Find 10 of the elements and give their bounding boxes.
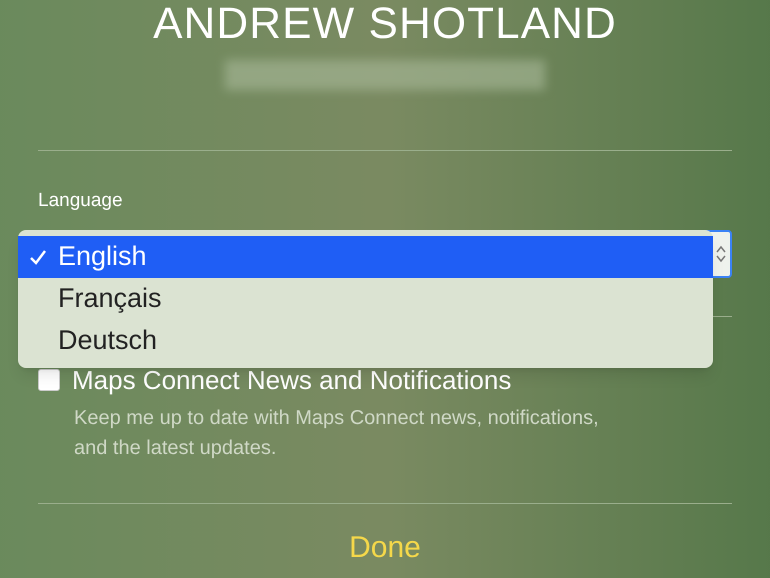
- field-label: Language: [38, 189, 123, 213]
- updown-icon: [716, 244, 726, 262]
- checkmark-icon: [29, 248, 47, 266]
- menu-item[interactable]: Deutsch: [18, 320, 713, 362]
- menu-item[interactable]: Français: [18, 278, 713, 320]
- description: Keep me up to date with Maps Connect news, notifications, and the latest updates.: [74, 406, 600, 460]
- menu-item[interactable]: English: [18, 236, 713, 278]
- profile-name: ANDREW SHOTLAND: [153, 0, 617, 48]
- checkbox-label: Maps Connect News and Notifications: [72, 364, 512, 394]
- checkbox[interactable]: [38, 368, 60, 390]
